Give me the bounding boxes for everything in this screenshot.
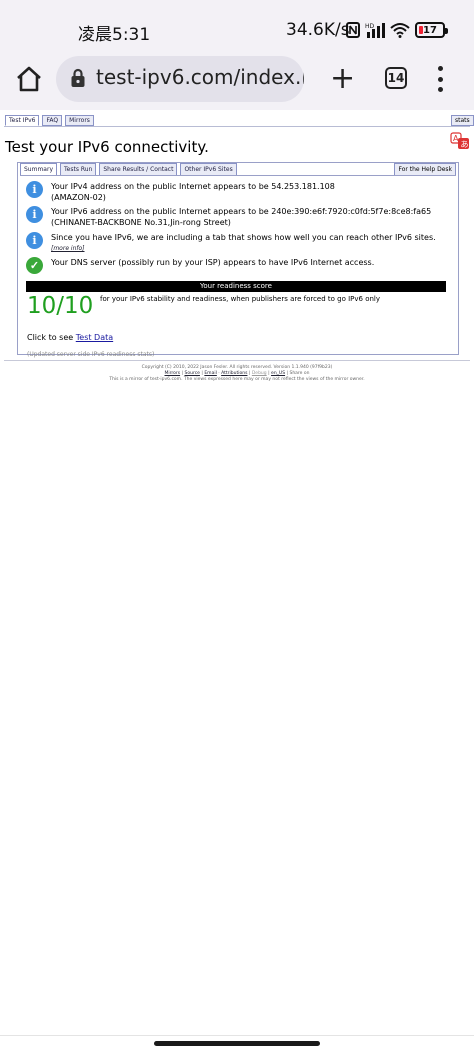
result-text: Your IPv4 address on the public Internet…	[51, 182, 335, 191]
page-title: Test your IPv6 connectivity.	[5, 138, 209, 156]
test-data-link[interactable]: Test Data	[76, 333, 113, 342]
svg-text:HD: HD	[365, 23, 375, 30]
footer-link-debug[interactable]: Debug	[252, 371, 267, 376]
result-subtext: (CHINANET-BACKBONE No.31,Jin-rong Street…	[51, 218, 231, 227]
status-bar: 凌晨5:31 34.6K/s HD 17	[0, 0, 474, 62]
nav-divider	[4, 126, 470, 127]
result-row-ipv6-tab: i Since you have IPv6, we are including …	[26, 232, 436, 254]
tab-switcher-button[interactable]: 14	[385, 67, 407, 89]
url-bar[interactable]: test-ipv6.com/index.htr	[56, 56, 304, 102]
wifi-icon	[390, 23, 410, 38]
footer-link-source[interactable]: Source	[184, 371, 199, 376]
footer-link-email[interactable]: Email	[204, 371, 217, 376]
lock-icon[interactable]	[70, 68, 86, 88]
browser-toolbar: test-ipv6.com/index.htr + 14	[0, 56, 474, 110]
overflow-menu-icon[interactable]	[436, 66, 444, 92]
tabs-divider	[20, 175, 456, 176]
info-icon: i	[26, 206, 43, 223]
test-data-line: Click to see Test Data	[27, 333, 113, 342]
footer-mirror-note: This is a mirror of test-ipv6.com. The v…	[109, 377, 365, 382]
status-icons: HD 17	[346, 22, 448, 38]
footer-share[interactable]: Share on	[289, 371, 309, 376]
nav-tab-mirrors[interactable]: Mirrors	[65, 115, 94, 126]
result-subtext: (AMAZON-02)	[51, 193, 106, 202]
results-panel: Summary Tests Run Share Results / Contac…	[17, 162, 459, 358]
result-text: Your IPv6 address on the public Internet…	[51, 207, 432, 216]
translate-icon[interactable]: Aあ	[450, 132, 470, 150]
footer-link-attributions[interactable]: Attributions	[221, 371, 247, 376]
footer-copyright: Copyright (C) 2010, 2022 Jason Fesler. A…	[141, 365, 333, 370]
stats-tab[interactable]: stats	[451, 115, 474, 126]
check-icon: ✓	[26, 257, 43, 274]
home-icon[interactable]	[14, 64, 44, 94]
readiness-score: 10/10	[27, 293, 94, 319]
svg-text:あ: あ	[461, 140, 469, 149]
new-tab-button[interactable]: +	[330, 64, 355, 94]
status-time: 凌晨5:31	[78, 25, 151, 45]
nav-tab-test-ipv6[interactable]: Test IPv6	[5, 115, 40, 126]
footer-link-locale[interactable]: en_US	[271, 371, 285, 376]
updated-note: (Updated server side IPv6 readiness stat…	[27, 351, 155, 358]
readiness-description: for your IPv6 stability and readiness, w…	[100, 295, 381, 303]
result-text: Since you have IPv6, we are including a …	[51, 233, 436, 242]
test-data-prefix: Click to see	[27, 333, 74, 342]
nav-divider-bottom	[0, 1035, 474, 1036]
footer-link-mirrors[interactable]: Mirrors	[164, 371, 180, 376]
signal-icon: HD	[365, 23, 385, 38]
readiness-header: Your readiness score	[26, 281, 446, 292]
result-row-ipv6: i Your IPv6 address on the public Intern…	[26, 206, 431, 228]
result-row-ipv4: i Your IPv4 address on the public Intern…	[26, 181, 335, 203]
result-text: Your DNS server (possibly run by your IS…	[51, 258, 375, 267]
battery-icon: 17	[415, 22, 448, 38]
footer-divider	[4, 360, 470, 361]
site-nav: Test IPv6 FAQ Mirrors	[5, 115, 94, 126]
gesture-home-bar[interactable]	[154, 1041, 320, 1046]
url-text[interactable]: test-ipv6.com/index.htr	[96, 65, 304, 89]
battery-level: 17	[423, 24, 437, 36]
footer-links: Mirrors | Source | Email · Attributions …	[164, 371, 310, 376]
nav-tab-faq[interactable]: FAQ	[42, 115, 63, 126]
result-row-dns: ✓ Your DNS server (possibly run by your …	[26, 257, 374, 274]
info-icon: i	[26, 232, 43, 249]
info-icon: i	[26, 181, 43, 198]
more-info-link[interactable]: [more info]	[51, 243, 436, 254]
network-speed: 34.6K/s	[286, 20, 350, 40]
nfc-icon	[346, 22, 360, 38]
